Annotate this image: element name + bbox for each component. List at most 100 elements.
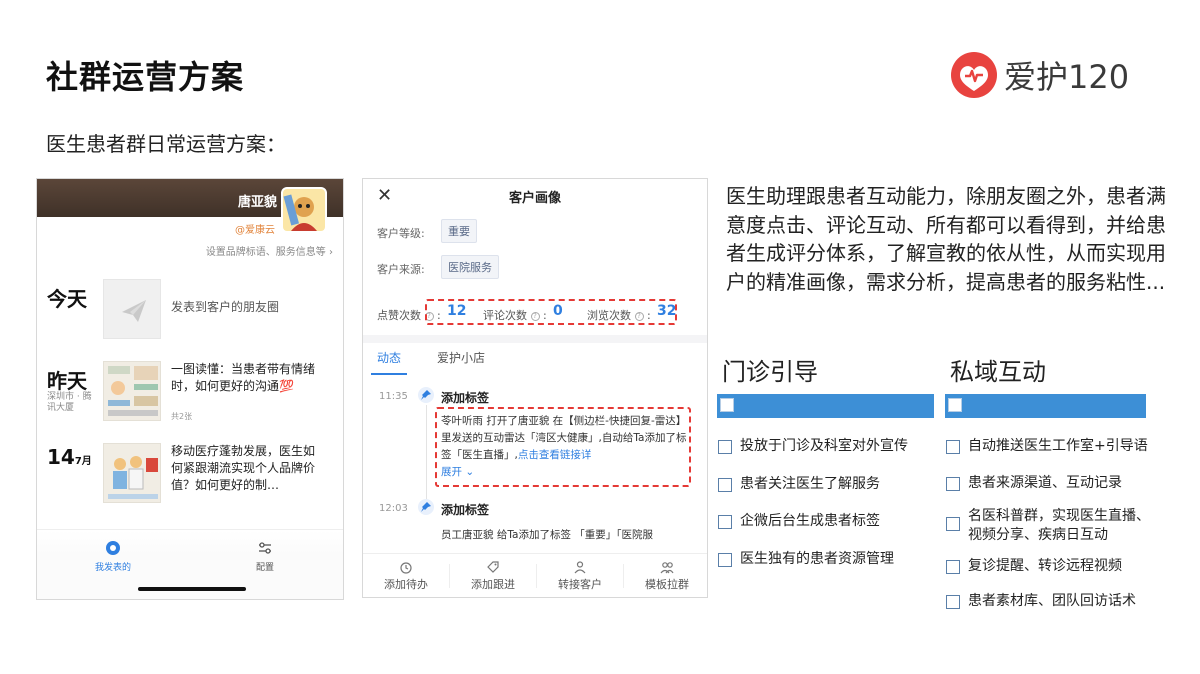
- action-bar: 添加待办 添加跟进 转接客户 模板拉群: [363, 553, 707, 597]
- template-group-label: 模板拉群: [645, 578, 689, 591]
- timeline-line: [426, 405, 427, 501]
- checklist-item[interactable]: 名医科普群，实现医生直播、视频分享、疾病日互动: [946, 507, 1162, 545]
- date-day: 147月: [47, 445, 92, 469]
- group-icon: [660, 562, 674, 574]
- entry-title: 添加标签: [441, 391, 490, 405]
- checkbox[interactable]: [948, 398, 962, 412]
- entry-body: 员工唐亚貌 给Ta添加了标签 「重要」「医院服: [441, 529, 654, 541]
- checkbox[interactable]: [718, 440, 732, 454]
- entry-time: 11:35: [379, 391, 408, 402]
- checklist-label: 名医科普群，实现医生直播、视频分享、疾病日互动: [968, 508, 1150, 543]
- checklist-item[interactable]: 投放于门诊及科室对外宣传: [718, 437, 938, 456]
- profile-name: 唐亚貌: [237, 195, 277, 210]
- heart-logo-icon: [951, 52, 997, 98]
- image-count: 共2张: [171, 412, 193, 421]
- pin-icon: [418, 499, 434, 515]
- tab-shop[interactable]: 爱护小店: [437, 349, 485, 366]
- template-group-button[interactable]: 模板拉群: [624, 560, 707, 592]
- infographic-thumbnail-icon: [108, 366, 158, 416]
- checklist-label: 投放于门诊及科室对外宣传: [740, 438, 908, 454]
- tab-my-posts-label: 我发表的: [94, 563, 131, 573]
- checklist-label: 患者素材库、团队回访话术: [968, 593, 1136, 609]
- home-indicator: [138, 587, 246, 591]
- logo-text: 爱护120: [1004, 58, 1130, 96]
- settings-link[interactable]: 设置品牌标语、服务信息等 ›: [206, 243, 333, 258]
- today-label: 今天: [47, 287, 87, 311]
- checklist-label: 企微后台生成患者标签: [740, 513, 880, 529]
- send-paper-plane-icon: [122, 300, 146, 322]
- slide-subtitle: 医生患者群日常运营方案：: [46, 132, 286, 156]
- checklist-item[interactable]: 企微后台生成患者标签: [718, 512, 938, 531]
- brand-logo: 爱护120: [950, 50, 1150, 100]
- source-label: 客户来源:: [377, 263, 425, 276]
- post-thumbnail[interactable]: [103, 443, 161, 503]
- checklist-item[interactable]: 自动推送医生工作室+引导语: [946, 437, 1166, 456]
- checkbox[interactable]: [718, 515, 732, 529]
- checkbox[interactable]: [946, 595, 960, 609]
- checklist-item[interactable]: 复诊提醒、转诊远程视频: [946, 557, 1166, 576]
- transfer-customer-button[interactable]: 转接客户: [537, 560, 623, 592]
- checklist-item[interactable]: 患者来源渠道、互动记录: [946, 474, 1166, 493]
- cartoon-doctors-thumbnail-icon: [108, 456, 158, 499]
- checkbox[interactable]: [720, 398, 734, 412]
- avatar[interactable]: [281, 187, 327, 233]
- sliders-icon: [259, 542, 271, 554]
- tab-my-posts[interactable]: 我发表的: [73, 540, 153, 573]
- clinic-section-bar: [717, 394, 934, 418]
- clinic-section-title: 门诊引导: [722, 358, 818, 386]
- checklist-label: 医生独有的患者资源管理: [740, 551, 894, 567]
- add-todo-label: 添加待办: [384, 578, 428, 591]
- compose-post-button[interactable]: [103, 279, 161, 339]
- pin-icon: [418, 387, 434, 403]
- checklist-label: 复诊提醒、转诊远程视频: [968, 558, 1122, 574]
- aperture-icon: [106, 541, 120, 555]
- section-divider: [363, 335, 707, 343]
- checklist-label: 患者来源渠道、互动记录: [968, 475, 1122, 491]
- tab-config[interactable]: 配置: [225, 540, 305, 573]
- checklist-item[interactable]: 患者关注医生了解服务: [718, 475, 938, 494]
- tab-activity[interactable]: 动态: [377, 349, 401, 366]
- checklist-item[interactable]: 医生独有的患者资源管理: [718, 550, 938, 569]
- checkbox[interactable]: [946, 477, 960, 491]
- checklist-label: 患者关注医生了解服务: [740, 476, 880, 492]
- private-section-title: 私域互动: [950, 358, 1046, 386]
- add-follow-up-button[interactable]: 添加跟进: [450, 560, 536, 592]
- entry-title: 添加标签: [441, 503, 490, 517]
- level-tag: 重要: [441, 219, 477, 243]
- moments-screen: 唐亚貌 @爱康云 设置品牌标语、服务信息等 › 今天 发表到客户的朋友圈 昨天 …: [36, 178, 344, 600]
- post-caption[interactable]: 移动医疗蓬勃发展，医生如何紧跟潮流实现个人品牌价值？如何更好的制…: [171, 443, 321, 494]
- slide-title: 社群运营方案: [46, 58, 245, 96]
- add-follow-up-label: 添加跟进: [471, 578, 515, 591]
- stats-highlight-frame: [425, 299, 677, 325]
- checklist-item[interactable]: 患者素材库、团队回访话术: [946, 592, 1166, 611]
- add-todo-button[interactable]: 添加待办: [363, 560, 449, 592]
- yesterday-label: 昨天: [47, 369, 87, 393]
- feature-description: 医生助理跟患者互动能力，除朋友圈之外，患者满意度点击、评论互动、所有都可以看得到…: [726, 184, 1166, 294]
- customer-profile-screen: ✕ 客户画像 客户等级: 重要 客户来源: 医院服务 点赞次数 ? : 12 评…: [362, 178, 708, 598]
- level-label: 客户等级:: [377, 227, 425, 240]
- post-thumbnail[interactable]: [103, 361, 161, 421]
- entry-highlight-frame: [435, 407, 691, 487]
- checkbox[interactable]: [946, 517, 960, 531]
- cartoon-avatar-icon: [283, 189, 325, 231]
- alarm-clock-icon: [400, 562, 412, 574]
- checkbox[interactable]: [946, 560, 960, 574]
- screen-title: 客户画像: [508, 191, 561, 206]
- entry-time: 12:03: [379, 503, 408, 514]
- tab-config-label: 配置: [255, 563, 274, 573]
- checkbox[interactable]: [946, 440, 960, 454]
- checkbox[interactable]: [718, 553, 732, 567]
- user-transfer-icon: [574, 561, 586, 574]
- bottom-tab-bar: 我发表的 配置: [37, 529, 343, 599]
- transfer-customer-label: 转接客户: [558, 578, 602, 591]
- tag-icon: [487, 561, 499, 573]
- private-section-bar: [945, 394, 1146, 418]
- active-tab-indicator: [371, 373, 407, 375]
- post-caption[interactable]: 一图读懂：当患者带有情绪时，如何更好的沟通💯: [171, 361, 321, 395]
- checkbox[interactable]: [718, 478, 732, 492]
- compose-prompt: 发表到客户的朋友圈: [171, 300, 280, 314]
- profile-handle: @爱康云: [235, 225, 275, 236]
- checklist-label: 自动推送医生工作室+引导语: [968, 438, 1148, 454]
- source-tag: 医院服务: [441, 255, 499, 279]
- post-location: 深圳市 · 腾讯大厦: [47, 392, 92, 413]
